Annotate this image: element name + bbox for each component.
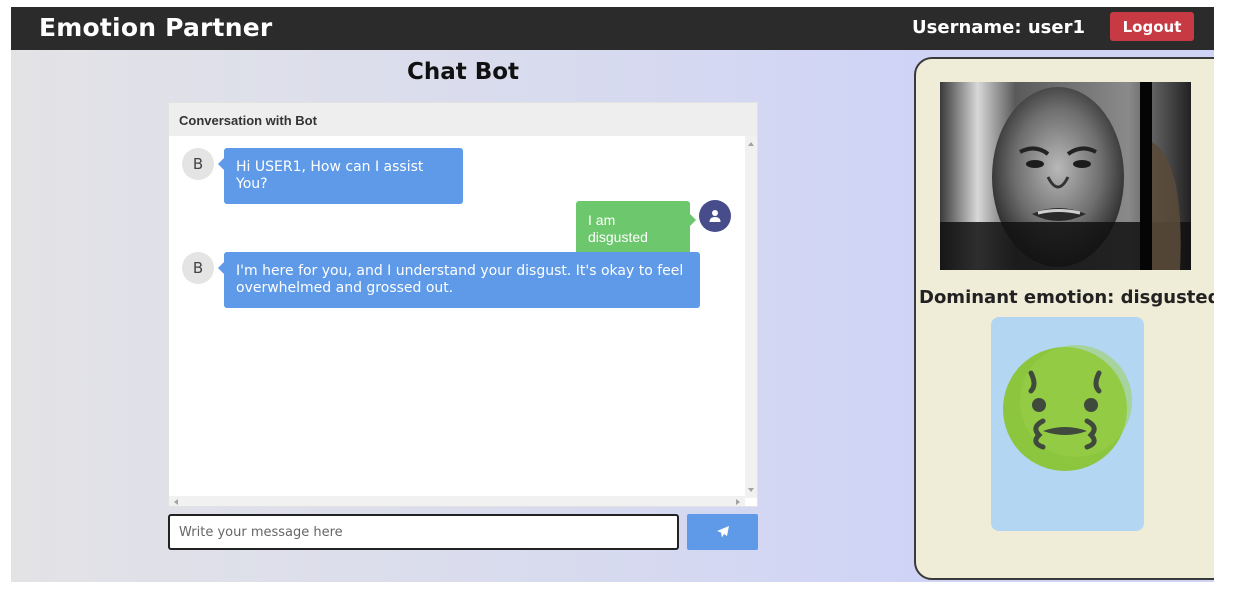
brand-title: Emotion Partner xyxy=(39,13,273,42)
paper-plane-icon xyxy=(716,526,729,538)
send-button[interactable] xyxy=(687,514,758,550)
vertical-scrollbar[interactable] xyxy=(745,136,757,498)
message-input[interactable] xyxy=(168,514,679,550)
emotion-panel: Dominant emotion: disgusted xyxy=(914,57,1214,580)
scroll-left-icon[interactable] xyxy=(174,499,178,505)
scroll-up-icon[interactable] xyxy=(748,142,754,146)
bot-message: Hi USER1, How can I assist You? xyxy=(218,148,463,204)
horizontal-scrollbar[interactable] xyxy=(169,496,745,506)
logout-button[interactable]: Logout xyxy=(1110,12,1194,41)
nauseated-face-icon xyxy=(1003,345,1132,471)
page-title: Chat Bot xyxy=(406,59,520,85)
navbar: Emotion Partner Username: user1 Logout xyxy=(11,7,1214,50)
scroll-right-icon[interactable] xyxy=(736,499,740,505)
chat-header: Conversation with Bot xyxy=(169,103,757,136)
bot-avatar: B xyxy=(182,148,214,180)
username-label: Username: user1 xyxy=(912,17,1085,38)
user-avatar-icon xyxy=(699,200,731,232)
message-list: B Hi USER1, How can I assist You? I am d… xyxy=(169,136,745,498)
bot-message: I'm here for you, and I understand your … xyxy=(218,252,700,308)
emotion-emoji-card xyxy=(991,317,1144,531)
dominant-emotion-label: Dominant emotion: disgusted xyxy=(919,287,1214,308)
bot-avatar: B xyxy=(182,252,214,284)
webcam-face-image xyxy=(940,82,1191,270)
chat-window: Conversation with Bot B Hi USER1, How ca… xyxy=(168,102,758,507)
app-container: Emotion Partner Username: user1 Logout C… xyxy=(11,7,1214,582)
user-message: I am disgusted xyxy=(576,201,696,257)
scroll-down-icon[interactable] xyxy=(748,488,754,492)
